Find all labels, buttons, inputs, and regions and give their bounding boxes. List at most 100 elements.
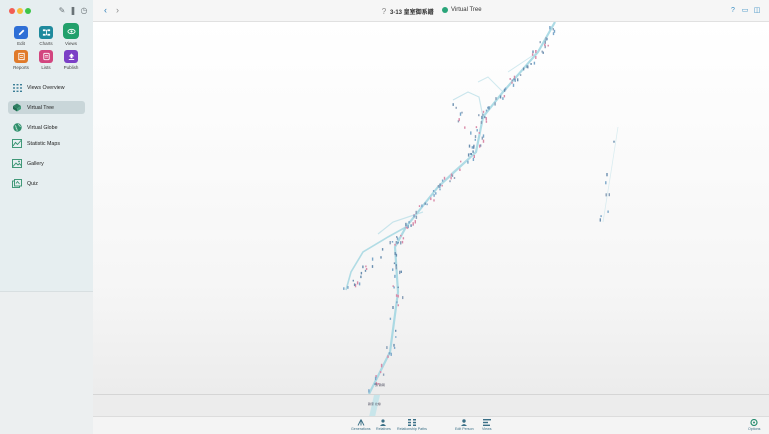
- tree-person-node[interactable]: [443, 176, 446, 180]
- tree-person-node[interactable]: [522, 67, 525, 71]
- tree-person-node[interactable]: [402, 296, 404, 300]
- tree-person-node[interactable]: [461, 111, 463, 114]
- toolbar-reports-button[interactable]: Reports: [11, 50, 31, 70]
- tree-person-node[interactable]: [474, 138, 476, 141]
- toolbar-views-button[interactable]: Views: [61, 23, 81, 46]
- tree-person-node[interactable]: [464, 126, 466, 129]
- tree-person-node[interactable]: [441, 179, 444, 182]
- tree-person-node[interactable]: [400, 241, 402, 245]
- toolbar-lists-button[interactable]: Lists: [36, 50, 56, 70]
- tree-person-node[interactable]: [380, 363, 383, 368]
- tree-person-node[interactable]: [512, 83, 515, 87]
- tree-person-node[interactable]: [410, 224, 412, 227]
- tree-person-node[interactable]: [481, 136, 483, 140]
- tree-person-node[interactable]: [397, 304, 399, 307]
- tree-person-node[interactable]: [533, 61, 536, 65]
- tree-person-node[interactable]: [371, 257, 374, 261]
- tree-person-node[interactable]: [397, 294, 399, 298]
- tree-person-node[interactable]: [393, 262, 396, 265]
- options-button[interactable]: Options: [748, 419, 760, 431]
- tree-person-node[interactable]: [600, 215, 602, 218]
- tree-person-node[interactable]: [455, 106, 457, 109]
- tree-person-node[interactable]: [484, 116, 486, 119]
- generations-button[interactable]: Generations: [351, 419, 371, 431]
- tree-person-node[interactable]: [452, 103, 454, 106]
- tree-person-node[interactable]: [549, 26, 551, 30]
- tree-person-node[interactable]: [608, 193, 610, 197]
- tree-person-node[interactable]: [394, 252, 396, 255]
- tree-person-node[interactable]: [450, 176, 452, 180]
- tree-person-node[interactable]: [395, 266, 397, 270]
- tree-person-node[interactable]: [478, 132, 480, 134]
- tree-person-node[interactable]: [471, 146, 473, 149]
- tree-person-node[interactable]: [353, 283, 356, 286]
- tree-person-node[interactable]: [473, 155, 475, 158]
- tree-person-node[interactable]: [365, 265, 367, 268]
- tree-person-node[interactable]: [495, 97, 497, 100]
- tree-person-node[interactable]: [487, 106, 489, 109]
- tree-person-node[interactable]: [389, 317, 392, 320]
- tree-person-node[interactable]: [467, 153, 470, 157]
- tree-person-node[interactable]: [535, 56, 537, 59]
- tree-person-node[interactable]: [488, 106, 490, 110]
- tree-person-node[interactable]: [539, 41, 541, 44]
- tree-person-node[interactable]: [397, 286, 399, 289]
- tree-person-node[interactable]: [606, 173, 608, 177]
- history-icon[interactable]: ◷: [80, 7, 88, 15]
- tree-person-node[interactable]: [435, 192, 437, 195]
- tree-person-node[interactable]: [485, 120, 488, 123]
- tree-person-node[interactable]: [482, 110, 485, 113]
- sidebar-item-quiz[interactable]: Quiz: [8, 177, 85, 190]
- tree-person-node[interactable]: [467, 160, 469, 164]
- tree-person-node[interactable]: [480, 121, 483, 124]
- tree-person-node[interactable]: [482, 113, 484, 116]
- sidebar-item-statistic-maps[interactable]: Statistic Maps: [8, 137, 85, 150]
- tree-person-node[interactable]: [394, 243, 396, 246]
- toolbar-publish-button[interactable]: Publish: [61, 50, 81, 70]
- tree-person-node[interactable]: [544, 43, 546, 47]
- tree-person-node[interactable]: [424, 202, 426, 205]
- tree-person-node[interactable]: [382, 373, 385, 376]
- tree-person-node[interactable]: [400, 270, 402, 273]
- sidebar-item-virtual-tree[interactable]: Virtual Tree: [8, 101, 85, 114]
- tree-person-node[interactable]: [393, 286, 395, 289]
- sidebar-item-virtual-globe[interactable]: Virtual Globe: [8, 121, 85, 134]
- tree-person-node[interactable]: [605, 181, 607, 185]
- tree-person-node[interactable]: [503, 95, 506, 98]
- edit-person-button[interactable]: Edit Person: [455, 419, 474, 431]
- tree-person-node[interactable]: [415, 210, 417, 215]
- tree-person-node[interactable]: [413, 214, 415, 218]
- tree-person-node[interactable]: [402, 237, 405, 240]
- tree-person-node[interactable]: [552, 28, 554, 31]
- tree-person-node[interactable]: [472, 157, 475, 161]
- tree-person-node[interactable]: [374, 376, 377, 381]
- toolbar-edit-button[interactable]: Edit: [11, 26, 31, 46]
- tree-person-node[interactable]: [544, 40, 546, 44]
- tree-person-node[interactable]: [392, 268, 394, 271]
- tree-person-node[interactable]: [395, 336, 397, 338]
- tree-person-node[interactable]: [485, 109, 488, 112]
- tree-person-node[interactable]: [386, 346, 388, 349]
- tree-person-node[interactable]: [391, 241, 394, 243]
- tree-person-node[interactable]: [499, 95, 502, 99]
- tree-person-node[interactable]: [432, 190, 435, 192]
- tree-person-node[interactable]: [356, 281, 359, 285]
- tree-person-node[interactable]: [460, 160, 462, 163]
- tree-person-node[interactable]: [541, 50, 543, 53]
- tree-person-node[interactable]: [394, 274, 396, 278]
- tree-person-node[interactable]: [494, 102, 496, 106]
- tree-person-node[interactable]: [511, 79, 513, 82]
- tree-person-node[interactable]: [405, 226, 407, 229]
- tree-person-node[interactable]: [395, 253, 398, 257]
- tree-person-node[interactable]: [439, 188, 441, 191]
- tree-person-node[interactable]: [535, 50, 537, 52]
- tree-person-node[interactable]: [472, 150, 474, 153]
- tree-person-node[interactable]: [396, 301, 398, 304]
- tree-person-node[interactable]: [613, 140, 615, 143]
- tree-person-node[interactable]: [482, 134, 485, 138]
- tree-person-node[interactable]: [458, 118, 460, 122]
- virtual-tree-canvas[interactable]: 源 賴朝: [93, 22, 769, 394]
- tree-person-node[interactable]: [504, 87, 507, 91]
- views-button[interactable]: Views: [482, 419, 492, 431]
- sidebar-item-gallery[interactable]: Gallery: [8, 157, 85, 170]
